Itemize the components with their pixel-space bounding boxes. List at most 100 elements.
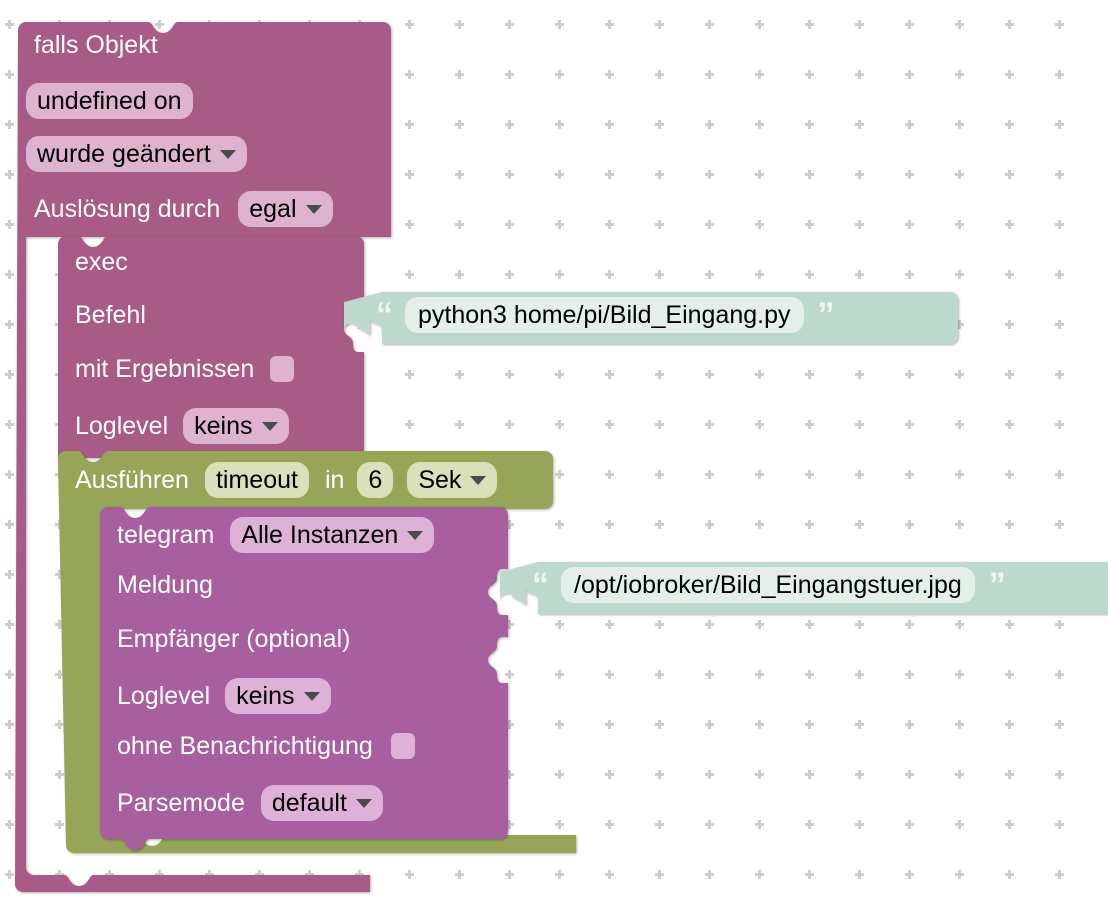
grid-cross: [555, 670, 564, 679]
telegram-recipient-label: Empfänger (optional): [117, 625, 351, 653]
grid-cross: [505, 170, 514, 179]
grid-cross: [1055, 120, 1064, 129]
trigger-object-field[interactable]: undefined on: [26, 83, 193, 119]
exec-results-label: mit Ergebnissen: [75, 354, 255, 383]
grid-cross: [605, 620, 614, 629]
chevron-down-icon: [219, 149, 236, 159]
telegram-message-text-input[interactable]: /opt/iobroker/Bild_Eingangstuer.jpg: [561, 567, 975, 603]
grid-cross: [805, 220, 814, 229]
exec-command-text-input[interactable]: python3 home/pi/Bild_Eingang.py: [405, 297, 804, 333]
grid-cross: [655, 370, 664, 379]
grid-cross: [855, 770, 864, 779]
telegram-message-text-row: “ /opt/iobroker/Bild_Eingangstuer.jpg ”: [532, 567, 1006, 603]
grid-cross: [805, 670, 814, 679]
grid-cross: [805, 120, 814, 129]
telegram-recipient-row: Empfänger (optional): [117, 627, 350, 652]
grid-cross: [1055, 420, 1064, 429]
telegram-instance-dropdown[interactable]: Alle Instanzen: [230, 517, 435, 553]
timeout-mode-field[interactable]: timeout: [204, 462, 309, 498]
grid-cross: [955, 70, 964, 79]
grid-cross: [555, 470, 564, 479]
grid-cross: [705, 720, 714, 729]
grid-cross: [655, 70, 664, 79]
grid-cross: [955, 20, 964, 29]
trigger-by-label: Auslösung durch: [34, 194, 221, 223]
grid-cross: [455, 370, 464, 379]
exec-command-row: Befehl: [75, 303, 146, 328]
blockly-workspace[interactable]: falls Objekt undefined on wurde geändert…: [0, 0, 1108, 902]
grid-cross: [1005, 20, 1014, 29]
grid-cross: [755, 70, 764, 79]
grid-cross: [555, 420, 564, 429]
exec-loglevel-label: Loglevel: [75, 411, 169, 440]
grid-cross: [805, 170, 814, 179]
grid-cross: [605, 670, 614, 679]
exec-title: exec: [75, 248, 128, 276]
trigger-by-row: Auslösung durch egal: [34, 191, 333, 227]
grid-cross: [455, 420, 464, 429]
grid-cross: [555, 770, 564, 779]
grid-cross: [555, 520, 564, 529]
exec-loglevel-dropdown[interactable]: keins: [183, 408, 289, 444]
grid-cross: [955, 420, 964, 429]
grid-cross: [855, 470, 864, 479]
trigger-object-row: undefined on: [26, 83, 193, 119]
grid-cross: [705, 670, 714, 679]
grid-cross: [405, 120, 414, 129]
grid-cross: [855, 820, 864, 829]
trigger-by-value: egal: [249, 195, 297, 223]
telegram-parsemode-value: default: [271, 789, 347, 817]
grid-cross: [1055, 370, 1064, 379]
grid-cross: [705, 520, 714, 529]
grid-cross: [755, 220, 764, 229]
exec-loglevel-value: keins: [194, 412, 253, 440]
grid-cross: [755, 20, 764, 29]
grid-cross: [405, 70, 414, 79]
trigger-by-dropdown[interactable]: egal: [238, 191, 333, 227]
chevron-down-icon: [305, 204, 322, 214]
grid-cross: [1005, 770, 1014, 779]
grid-cross: [655, 870, 664, 879]
close-quote-icon: ”: [817, 296, 835, 334]
telegram-message-row: Meldung: [117, 573, 213, 598]
telegram-silent-checkbox[interactable]: [390, 733, 415, 759]
grid-cross: [555, 120, 564, 129]
telegram-instance-value: Alle Instanzen: [241, 521, 399, 549]
grid-cross: [805, 270, 814, 279]
grid-cross: [505, 270, 514, 279]
grid-cross: [955, 220, 964, 229]
grid-cross: [505, 220, 514, 229]
timeout-unit-dropdown[interactable]: Sek: [407, 462, 498, 498]
grid-cross: [855, 620, 864, 629]
grid-cross: [905, 120, 914, 129]
grid-cross: [805, 720, 814, 729]
grid-cross: [755, 270, 764, 279]
grid-cross: [755, 370, 764, 379]
grid-cross: [755, 820, 764, 829]
grid-cross: [705, 470, 714, 479]
grid-cross: [705, 820, 714, 829]
timeout-delay-field[interactable]: 6: [357, 462, 394, 498]
grid-cross: [1005, 220, 1014, 229]
telegram-loglevel-row: Loglevel keins: [117, 678, 331, 714]
telegram-loglevel-dropdown[interactable]: keins: [225, 678, 331, 714]
exec-results-checkbox[interactable]: [270, 356, 295, 382]
grid-cross: [905, 620, 914, 629]
grid-cross: [455, 870, 464, 879]
grid-cross: [755, 170, 764, 179]
grid-cross: [705, 770, 714, 779]
grid-cross: [855, 220, 864, 229]
grid-cross: [705, 70, 714, 79]
grid-cross: [1005, 170, 1014, 179]
grid-cross: [955, 720, 964, 729]
grid-cross: [905, 870, 914, 879]
grid-cross: [1055, 20, 1064, 29]
exec-loglevel-row: Loglevel keins: [75, 408, 289, 444]
grid-cross: [1005, 270, 1014, 279]
trigger-title: falls Objekt: [34, 31, 158, 59]
grid-cross: [955, 620, 964, 629]
grid-cross: [555, 820, 564, 829]
trigger-condition-dropdown[interactable]: wurde geändert: [26, 136, 247, 172]
grid-cross: [605, 520, 614, 529]
telegram-parsemode-dropdown[interactable]: default: [260, 785, 383, 821]
